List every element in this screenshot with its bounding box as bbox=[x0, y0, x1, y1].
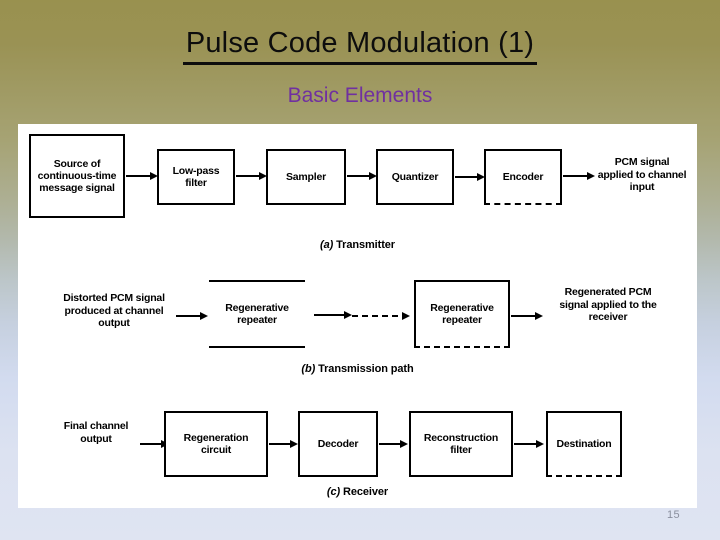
block-source-of-message-signal: Source of continuous-time message signal bbox=[29, 134, 125, 218]
arrow-quantizer-to-encoder bbox=[455, 173, 485, 180]
page-title-text: Pulse Code Modulation (1) bbox=[182, 26, 538, 65]
block-quantizer: Quantizer bbox=[376, 149, 454, 205]
block-regenerative-repeater-1: Regenerative repeater bbox=[209, 280, 305, 348]
arrow-input-to-repeater-1 bbox=[176, 312, 208, 319]
block-label: Regenerative repeater bbox=[430, 302, 494, 326]
block-label: Regenerative repeater bbox=[225, 302, 289, 326]
block-label: Source of continuous-time message signal bbox=[37, 158, 117, 194]
block-label: Low-pass filter bbox=[172, 165, 220, 189]
block-sampler: Sampler bbox=[266, 149, 346, 205]
caption-text: Receiver bbox=[343, 486, 389, 498]
caption-prefix: (a) bbox=[320, 239, 334, 251]
arrow-encoder-to-output bbox=[563, 171, 595, 180]
arrow-reconstruction-to-destination bbox=[514, 439, 544, 448]
arrow-repeater-2-to-output bbox=[511, 312, 543, 319]
block-reconstruction-filter: Reconstruction filter bbox=[409, 411, 513, 477]
block-label: Regeneration circuit bbox=[183, 432, 249, 456]
block-regeneration-circuit: Regeneration circuit bbox=[164, 411, 268, 477]
arrow-decoder-to-reconstruction-filter bbox=[379, 439, 408, 448]
block-low-pass-filter: Low-pass filter bbox=[157, 149, 235, 205]
diagram-row-transmitter: Source of continuous-time message signal… bbox=[18, 132, 697, 252]
caption-prefix: (b) bbox=[301, 363, 316, 375]
label-final-channel-output: Final channel output bbox=[63, 420, 129, 445]
arrow-transmission-link-dashed bbox=[352, 312, 410, 320]
slide-canvas: Pulse Code Modulation (1) Basic Elements… bbox=[0, 0, 720, 540]
arrow-regeneration-to-decoder bbox=[269, 439, 298, 448]
caption-text: Transmission path bbox=[318, 363, 414, 375]
block-destination: Destination bbox=[546, 411, 622, 477]
caption-transmission-path: (b) Transmission path bbox=[18, 363, 697, 376]
arrow-repeater-1-to-link bbox=[314, 310, 352, 319]
label-regenerated-pcm-signal: Regenerated PCM signal applied to the re… bbox=[559, 286, 657, 323]
label-distorted-pcm-signal: Distorted PCM signal produced at channel… bbox=[63, 292, 165, 329]
figure-panel: Source of continuous-time message signal… bbox=[18, 124, 697, 508]
page-subtitle: Basic Elements bbox=[287, 84, 433, 107]
label-pcm-signal-channel-input: PCM signal applied to channel input bbox=[597, 156, 687, 193]
arrow-input-to-regeneration-circuit bbox=[140, 440, 169, 447]
page-number: 15 bbox=[666, 509, 680, 521]
caption-transmitter: (a) Transmitter bbox=[18, 239, 697, 252]
caption-prefix: (c) bbox=[326, 486, 341, 498]
block-encoder: Encoder bbox=[484, 149, 562, 205]
block-regenerative-repeater-2: Regenerative repeater bbox=[414, 280, 510, 348]
block-label: Encoder bbox=[502, 171, 544, 183]
page-title: Pulse Code Modulation (1) bbox=[0, 26, 720, 65]
block-decoder: Decoder bbox=[298, 411, 378, 477]
block-label: Sampler bbox=[285, 171, 327, 183]
block-label: Destination bbox=[556, 438, 612, 450]
block-label: Quantizer bbox=[391, 171, 439, 183]
arrow-lowpass-to-sampler bbox=[236, 171, 267, 180]
caption-text: Transmitter bbox=[336, 239, 395, 251]
block-label: Reconstruction filter bbox=[423, 432, 499, 456]
arrow-source-to-lowpass bbox=[126, 171, 158, 180]
caption-receiver: (c) Receiver bbox=[18, 486, 697, 499]
arrow-sampler-to-quantizer bbox=[347, 171, 377, 180]
block-label: Decoder bbox=[317, 438, 359, 450]
